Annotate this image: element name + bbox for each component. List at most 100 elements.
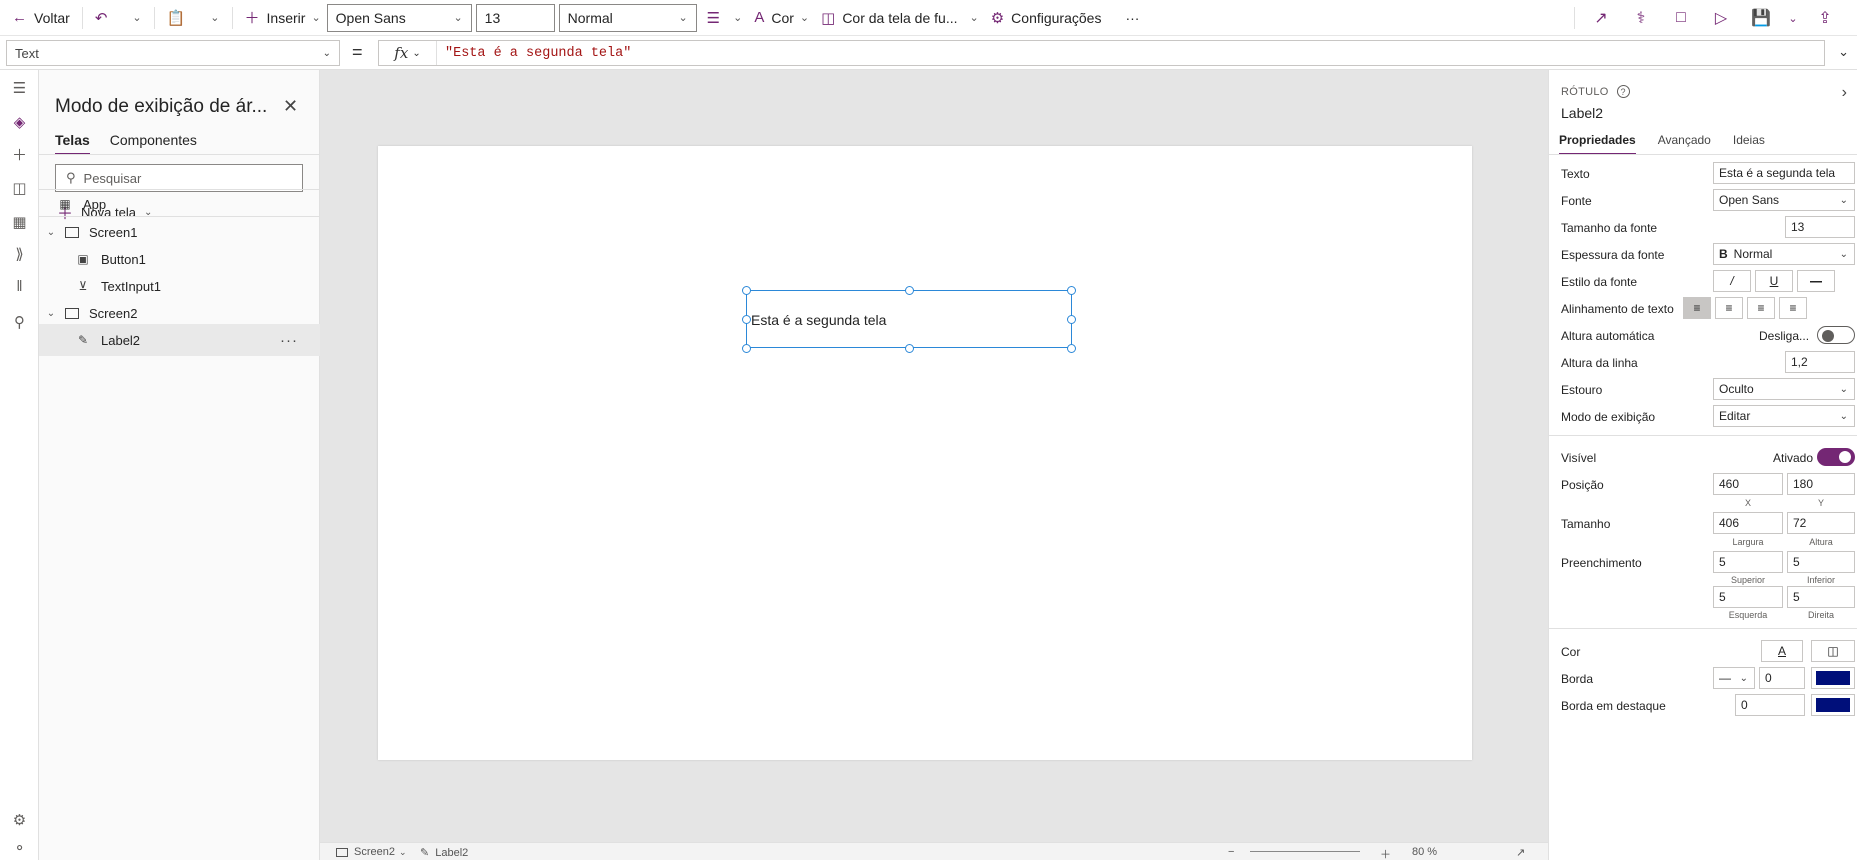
- more-button[interactable]: ···: [1119, 0, 1145, 36]
- zoom-out-button[interactable]: −: [1228, 846, 1234, 858]
- fonte-dropdown[interactable]: Open Sans ⌄: [1713, 189, 1855, 211]
- tab-ideias[interactable]: Ideias: [1733, 133, 1765, 155]
- tree-view-button[interactable]: ◈: [0, 106, 39, 138]
- posicao-x-input[interactable]: 460: [1713, 473, 1783, 495]
- strikethrough-icon: —: [1810, 274, 1822, 288]
- comments-button[interactable]: □: [1661, 0, 1701, 36]
- resize-handle[interactable]: [742, 315, 751, 324]
- virtual-agent-button[interactable]: ⚬: [0, 832, 39, 860]
- comment-icon: □: [1676, 9, 1686, 26]
- help-icon[interactable]: ?: [1616, 85, 1630, 98]
- tree-view-panel: Modo de exibição de ár... ✕ Telas Compon…: [39, 70, 320, 860]
- divider: [1549, 435, 1857, 436]
- hamburger-button[interactable]: ☰: [0, 72, 39, 104]
- text-color-picker[interactable]: A: [1761, 640, 1803, 662]
- resize-handle[interactable]: [905, 286, 914, 295]
- altura-automatica-toggle[interactable]: [1817, 326, 1855, 344]
- underline-button[interactable]: U: [1755, 270, 1793, 292]
- strikethrough-button[interactable]: —: [1797, 270, 1835, 292]
- visivel-toggle[interactable]: [1817, 448, 1855, 466]
- modo-exibicao-dropdown[interactable]: Editar ⌄: [1713, 405, 1855, 427]
- estouro-value: Oculto: [1719, 382, 1754, 396]
- padding-top-input[interactable]: 5: [1713, 551, 1783, 573]
- align-center-button[interactable]: ≡: [1715, 297, 1743, 319]
- tab-propriedades[interactable]: Propriedades: [1559, 133, 1636, 155]
- borda-destaque-input[interactable]: 0: [1735, 694, 1805, 716]
- paste-button[interactable]: 📋: [161, 0, 199, 36]
- preview-button[interactable]: ▷: [1701, 0, 1741, 36]
- data-button[interactable]: ◫: [0, 172, 39, 204]
- font-family-dropdown[interactable]: Open Sans ⌄: [326, 3, 472, 32]
- property-selector[interactable]: Text ⌄: [6, 40, 340, 66]
- publish-button[interactable]: ⇪: [1805, 0, 1845, 36]
- power-automate-button[interactable]: ⟫: [0, 238, 39, 270]
- tree-item-label2[interactable]: ✎ Label2 ···: [39, 324, 320, 356]
- app-screen[interactable]: Esta é a segunda tela: [378, 146, 1472, 760]
- variables-button[interactable]: ‖: [0, 270, 39, 302]
- tab-componentes[interactable]: Componentes: [110, 132, 197, 155]
- font-weight-dropdown[interactable]: Normal ⌄: [558, 3, 697, 32]
- borda-style-dropdown[interactable]: — ⌄: [1713, 667, 1755, 689]
- zoom-slider[interactable]: [1250, 851, 1360, 852]
- status-screen-selector[interactable]: Screen2 ⌄: [336, 846, 407, 858]
- resize-handle[interactable]: [905, 344, 914, 353]
- tamanho-fonte-input[interactable]: 13: [1785, 216, 1855, 238]
- resize-handle[interactable]: [1067, 315, 1076, 324]
- borda-width-input[interactable]: 0: [1759, 667, 1805, 689]
- text-color-button[interactable]: A Cor ⌄: [748, 0, 815, 36]
- font-size-input[interactable]: 13: [475, 3, 555, 32]
- padding-bottom-input[interactable]: 5: [1787, 551, 1855, 573]
- borda-destaque-color-picker[interactable]: [1811, 694, 1855, 716]
- paste-dropdown[interactable]: ⌄: [198, 0, 225, 36]
- close-button[interactable]: ✕: [283, 96, 298, 117]
- posicao-y-input[interactable]: 180: [1787, 473, 1855, 495]
- status-control-selector[interactable]: ✎ Label2: [420, 846, 468, 860]
- altura-input[interactable]: 72: [1787, 512, 1855, 534]
- align-justify-button[interactable]: ≡: [1779, 297, 1807, 319]
- selected-label-control[interactable]: Esta é a segunda tela: [742, 286, 1076, 353]
- estouro-dropdown[interactable]: Oculto ⌄: [1713, 378, 1855, 400]
- fill-color-picker[interactable]: ◫: [1811, 640, 1855, 662]
- resize-handle[interactable]: [1067, 344, 1076, 353]
- padding-right-input[interactable]: 5: [1787, 586, 1855, 608]
- italic-button[interactable]: /: [1713, 270, 1751, 292]
- save-dropdown[interactable]: ⌄: [1781, 0, 1805, 36]
- share-button[interactable]: ↗: [1581, 0, 1621, 36]
- altura-linha-input[interactable]: 1,2: [1785, 351, 1855, 373]
- expand-formula-button[interactable]: ⌄: [1838, 44, 1849, 60]
- tab-avancado[interactable]: Avançado: [1658, 133, 1711, 155]
- align-left-button[interactable]: ≡: [1683, 297, 1711, 319]
- media-button[interactable]: ▦: [0, 206, 39, 238]
- save-button[interactable]: 💾: [1741, 0, 1781, 36]
- app-checker-button[interactable]: ⚕: [1621, 0, 1661, 36]
- undo-button[interactable]: ↶: [89, 0, 121, 36]
- align-right-button[interactable]: ≡: [1747, 297, 1775, 319]
- settings-button[interactable]: ⚙ Configurações: [985, 0, 1108, 36]
- formula-input[interactable]: fx ⌄ "Esta é a segunda tela": [378, 40, 1825, 66]
- resize-handle[interactable]: [742, 286, 751, 295]
- espessura-dropdown[interactable]: B Normal ⌄: [1713, 243, 1855, 265]
- more-options-button[interactable]: ···: [280, 332, 298, 349]
- collapse-panel-button[interactable]: ›: [1842, 84, 1847, 102]
- screen-fill-button[interactable]: ◫ Cor da tela de fu... ⌄: [815, 0, 985, 36]
- largura-input[interactable]: 406: [1713, 512, 1783, 534]
- control-name[interactable]: Label2: [1561, 105, 1603, 121]
- texto-input[interactable]: Esta é a segunda tela: [1713, 162, 1855, 184]
- insert-button[interactable]: ＋ Inserir ⌄: [239, 0, 327, 36]
- tab-telas[interactable]: Telas: [55, 132, 90, 155]
- resize-handle[interactable]: [742, 344, 751, 353]
- padding-left-input[interactable]: 5: [1713, 586, 1783, 608]
- zoom-in-button[interactable]: ＋: [1380, 846, 1391, 860]
- button-control-icon: ▣: [77, 252, 89, 266]
- undo-dropdown[interactable]: ⌄: [120, 0, 147, 36]
- divider: [1549, 154, 1857, 155]
- borda-color-picker[interactable]: [1811, 667, 1855, 689]
- fit-to-window-button[interactable]: ↗: [1516, 846, 1525, 859]
- resize-handle[interactable]: [1067, 286, 1076, 295]
- search-rail-button[interactable]: ⚲: [0, 306, 39, 338]
- back-button[interactable]: ← Voltar: [6, 0, 76, 36]
- fx-button[interactable]: fx ⌄: [379, 41, 437, 65]
- align-button[interactable]: ☰ ⌄: [701, 0, 749, 36]
- insert-rail-button[interactable]: ＋: [0, 138, 39, 170]
- formula-value[interactable]: "Esta é a segunda tela": [437, 46, 631, 61]
